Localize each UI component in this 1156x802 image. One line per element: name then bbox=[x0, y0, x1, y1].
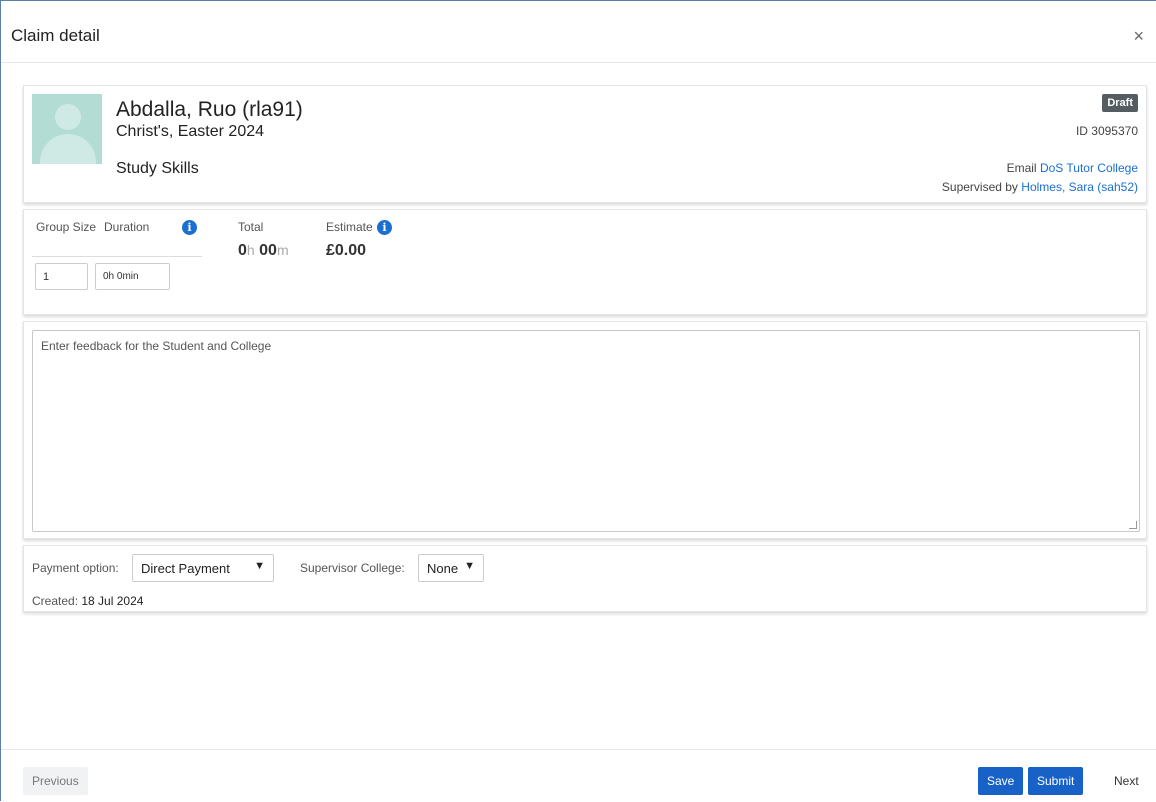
supervised-label: Supervised by bbox=[941, 180, 1018, 194]
estimate-label: Estimate bbox=[326, 220, 373, 234]
modal-title: Claim detail bbox=[11, 26, 100, 45]
supervisor-link[interactable]: Holmes, Sara (sah52) bbox=[1021, 180, 1138, 194]
total-label: Total bbox=[238, 220, 264, 234]
divider bbox=[32, 256, 202, 257]
duration-card: Group Size Duration i Total Estimate i 1… bbox=[23, 209, 1147, 315]
info-icon[interactable]: i bbox=[182, 220, 197, 235]
created-line: Created: 18 Jul 2024 bbox=[32, 594, 144, 608]
student-card: Abdalla, Ruo (rla91) Christ's, Easter 20… bbox=[23, 85, 1147, 203]
group-size-input[interactable]: 1 bbox=[35, 263, 88, 290]
status-badge: Draft bbox=[1102, 94, 1138, 112]
supervisor-college-select[interactable]: None ▼ bbox=[418, 554, 484, 582]
feedback-placeholder: Enter feedback for the Student and Colle… bbox=[41, 339, 272, 353]
payment-card: Payment option: Direct Payment ▼ Supervi… bbox=[23, 545, 1147, 612]
duration-label: Duration bbox=[104, 220, 150, 234]
previous-button[interactable]: Previous bbox=[23, 767, 88, 795]
save-button[interactable]: Save bbox=[978, 767, 1024, 795]
close-icon[interactable]: × bbox=[1133, 27, 1144, 45]
next-button[interactable]: Next bbox=[1105, 767, 1148, 795]
course-name: Study Skills bbox=[116, 160, 199, 177]
email-link[interactable]: DoS Tutor College bbox=[1040, 161, 1138, 175]
college-term: Christ's, Easter 2024 bbox=[116, 123, 265, 140]
supervisor-line: Supervised by Holmes, Sara (sah52) bbox=[942, 180, 1138, 194]
estimate-info-icon[interactable]: i bbox=[377, 220, 392, 235]
estimate-value: £0.00 bbox=[326, 242, 367, 259]
chevron-down-icon: ▼ bbox=[254, 560, 265, 572]
feedback-card: Enter feedback for the Student and Colle… bbox=[23, 321, 1147, 539]
group-size-label: Group Size bbox=[36, 220, 97, 234]
email-line: Email DoS Tutor College bbox=[1007, 161, 1138, 175]
feedback-textarea[interactable]: Enter feedback for the Student and Colle… bbox=[32, 330, 1140, 532]
duration-input[interactable]: 0h 0min bbox=[95, 263, 170, 290]
claim-detail-modal: Claim detail × Abdalla, Ruo (rla91) Chri… bbox=[0, 0, 1156, 801]
supervisor-college-label: Supervisor College: bbox=[300, 561, 405, 575]
payment-option-label: Payment option: bbox=[32, 561, 119, 575]
claim-id: ID 3095370 bbox=[1075, 124, 1138, 138]
payment-option-select[interactable]: Direct Payment ▼ bbox=[132, 554, 274, 582]
avatar bbox=[32, 94, 102, 164]
modal-footer: Previous Save Submit Next bbox=[1, 749, 1156, 802]
email-label: Email bbox=[1006, 161, 1037, 175]
chevron-down-icon: ▼ bbox=[464, 560, 475, 572]
student-name: Abdalla, Ruo (rla91) bbox=[116, 98, 303, 121]
resize-handle-icon[interactable] bbox=[1129, 521, 1137, 529]
modal-header: Claim detail × bbox=[1, 1, 1156, 63]
total-value: 0h 00m bbox=[238, 242, 289, 259]
submit-button[interactable]: Submit bbox=[1028, 767, 1084, 795]
